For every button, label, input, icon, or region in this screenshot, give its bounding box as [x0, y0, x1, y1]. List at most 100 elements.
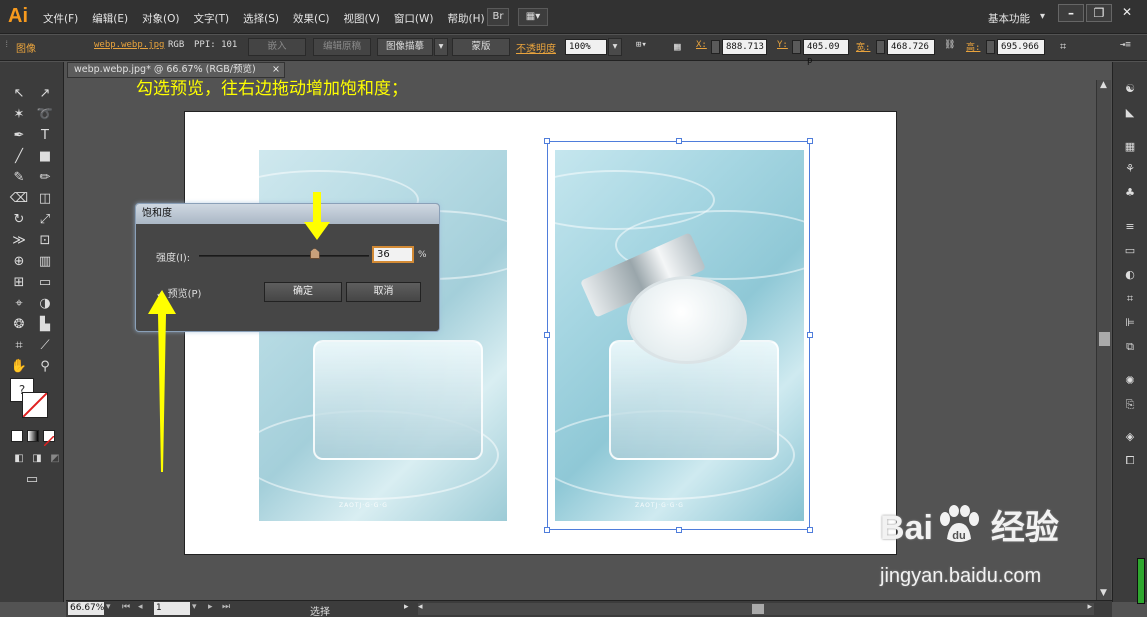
menu-window[interactable]: 窗口(W)	[387, 11, 441, 26]
menu-object[interactable]: 对象(O)	[135, 11, 186, 26]
y-field[interactable]: 405.09 p	[803, 39, 849, 66]
status-menu-icon[interactable]: ▸	[404, 602, 409, 612]
mesh-tool-icon[interactable]: ⊞	[8, 273, 30, 293]
pathfinder-icon[interactable]: ⧉	[1122, 340, 1138, 354]
align-panel-icon[interactable]: ⊫	[1122, 316, 1138, 330]
last-artboard-icon[interactable]: ⏭	[222, 602, 230, 612]
y-stepper[interactable]	[792, 40, 801, 54]
opacity-label[interactable]: 不透明度	[516, 40, 556, 55]
x-field[interactable]: 888.713	[722, 39, 767, 55]
stroke-panel-icon[interactable]: ≡	[1122, 220, 1138, 234]
gradient-panel-icon[interactable]: ◣	[1122, 106, 1138, 120]
ok-button[interactable]: 确定	[264, 282, 342, 302]
selection-tool-icon[interactable]: ↖	[8, 84, 30, 104]
scale-tool-icon[interactable]: ⤢	[34, 210, 56, 230]
links-panel-icon[interactable]: ⧠	[1122, 454, 1138, 468]
resize-handle[interactable]	[807, 527, 813, 533]
resize-handle[interactable]	[544, 138, 550, 144]
layers-icon[interactable]: ◈	[1122, 430, 1138, 444]
color-mode-icon[interactable]	[11, 430, 23, 442]
screen-mode-icon[interactable]: ▭	[21, 470, 43, 490]
prev-artboard-icon[interactable]: ◂	[138, 602, 143, 612]
opacity-dropdown-icon[interactable]: ▾	[608, 38, 622, 56]
linked-file-name[interactable]: webp.webp.jpg	[94, 40, 164, 50]
dialog-title[interactable]: 饱和度	[136, 204, 439, 224]
lasso-tool-icon[interactable]: ➰	[34, 105, 56, 125]
blob-brush-icon[interactable]: ⌫	[8, 189, 30, 209]
minimize-button[interactable]: –	[1058, 4, 1084, 22]
height-stepper[interactable]	[986, 40, 995, 54]
edit-original-button[interactable]: 编辑原稿	[313, 38, 371, 56]
resize-handle[interactable]	[544, 527, 550, 533]
vertical-scroll-thumb[interactable]	[1099, 332, 1110, 346]
pencil-tool-icon[interactable]: ✏	[34, 168, 56, 188]
artboard-dropdown-icon[interactable]: ▾	[192, 602, 197, 612]
scroll-left-icon[interactable]: ◂	[418, 602, 423, 612]
menu-select[interactable]: 选择(S)	[236, 11, 286, 26]
first-artboard-icon[interactable]: ⏮	[122, 602, 130, 612]
grip-icon[interactable]: ⁞	[4, 40, 9, 50]
swatches-icon[interactable]: ▦	[1122, 140, 1138, 154]
workspace-switcher[interactable]: 基本功能	[988, 11, 1030, 26]
opacity-field[interactable]: 100%	[565, 39, 607, 55]
stroke-swatch[interactable]	[22, 392, 48, 418]
paintbrush-tool-icon[interactable]: ✎	[8, 168, 30, 188]
zoom-field[interactable]: 66.67%	[68, 602, 104, 615]
close-button[interactable]: ✕	[1114, 4, 1140, 22]
eraser-tool-icon[interactable]: ◫	[34, 189, 56, 209]
eyedropper-icon[interactable]: ⌖	[8, 294, 30, 314]
perspective-grid-icon[interactable]: ▥	[34, 252, 56, 272]
graphic-styles-icon[interactable]: ✺	[1122, 374, 1138, 388]
line-tool-icon[interactable]: ╱	[8, 147, 30, 167]
mask-button[interactable]: 蒙版	[452, 38, 510, 56]
shape-builder-icon[interactable]: ⊕	[8, 252, 30, 272]
arrange-documents-icon[interactable]: ▦▾	[518, 8, 548, 26]
horizontal-scroll-thumb[interactable]	[752, 604, 764, 614]
height-field[interactable]: 695.966	[997, 39, 1045, 55]
restore-button[interactable]: ❐	[1086, 4, 1112, 22]
reference-point-icon[interactable]: ⊞▾	[636, 40, 647, 50]
vertical-scrollbar[interactable]: ▲ ▼	[1096, 80, 1111, 600]
scroll-down-icon[interactable]: ▼	[1100, 588, 1107, 598]
menu-effect[interactable]: 效果(C)	[286, 11, 337, 26]
intensity-slider-thumb[interactable]	[309, 248, 320, 259]
bridge-icon[interactable]: Br	[487, 8, 509, 26]
none-mode-icon[interactable]	[43, 430, 55, 447]
horizontal-scrollbar[interactable]: ◂ ▸	[418, 602, 1094, 615]
next-artboard-icon[interactable]: ▸	[208, 602, 213, 612]
scroll-right-icon[interactable]: ▸	[1087, 602, 1092, 612]
direct-selection-tool-icon[interactable]: ↗	[34, 84, 56, 104]
menu-view[interactable]: 视图(V)	[337, 11, 387, 26]
draw-inside-icon[interactable]: ◩	[44, 449, 66, 469]
artboards-panel-icon[interactable]: ⎘	[1122, 398, 1138, 412]
free-transform-icon[interactable]: ⊡	[34, 231, 56, 251]
resize-handle[interactable]	[676, 527, 682, 533]
transform-icon[interactable]: ⌗	[1060, 40, 1066, 54]
pen-tool-icon[interactable]: ✒	[8, 126, 30, 146]
artboard-number-field[interactable]: 1	[154, 602, 190, 615]
resize-handle[interactable]	[676, 138, 682, 144]
intensity-field[interactable]: 36	[372, 246, 414, 263]
scroll-up-icon[interactable]: ▲	[1100, 80, 1107, 90]
menu-edit[interactable]: 编辑(E)	[85, 11, 135, 26]
resize-handle[interactable]	[544, 332, 550, 338]
resize-handle[interactable]	[807, 332, 813, 338]
menu-file[interactable]: 文件(F)	[36, 11, 85, 26]
brushes-icon[interactable]: ⚘	[1122, 162, 1138, 176]
trace-dropdown-icon[interactable]: ▾	[434, 38, 448, 56]
appearance-icon[interactable]: ◐	[1122, 268, 1138, 282]
graph-tool-icon[interactable]: ▙	[34, 315, 56, 335]
align-grid-icon[interactable]: ▦	[674, 40, 681, 53]
menu-help[interactable]: 帮助(H)	[441, 11, 492, 26]
menu-type[interactable]: 文字(T)	[187, 11, 237, 26]
rotate-tool-icon[interactable]: ↻	[8, 210, 30, 230]
hand-tool-icon[interactable]: ✋	[8, 357, 30, 377]
workspace-dropdown-icon[interactable]: ▾	[1040, 11, 1045, 22]
intensity-slider[interactable]	[199, 255, 369, 257]
constrain-link-icon[interactable]: ⛓	[944, 40, 955, 50]
embed-button[interactable]: 嵌入	[248, 38, 306, 56]
panel-menu-icon[interactable]: ⇥≡	[1120, 40, 1131, 50]
transform-panel-icon[interactable]: ⌗	[1122, 292, 1138, 306]
symbols-icon[interactable]: ♣	[1122, 186, 1138, 200]
rectangle-tool-icon[interactable]: ■	[34, 147, 56, 167]
